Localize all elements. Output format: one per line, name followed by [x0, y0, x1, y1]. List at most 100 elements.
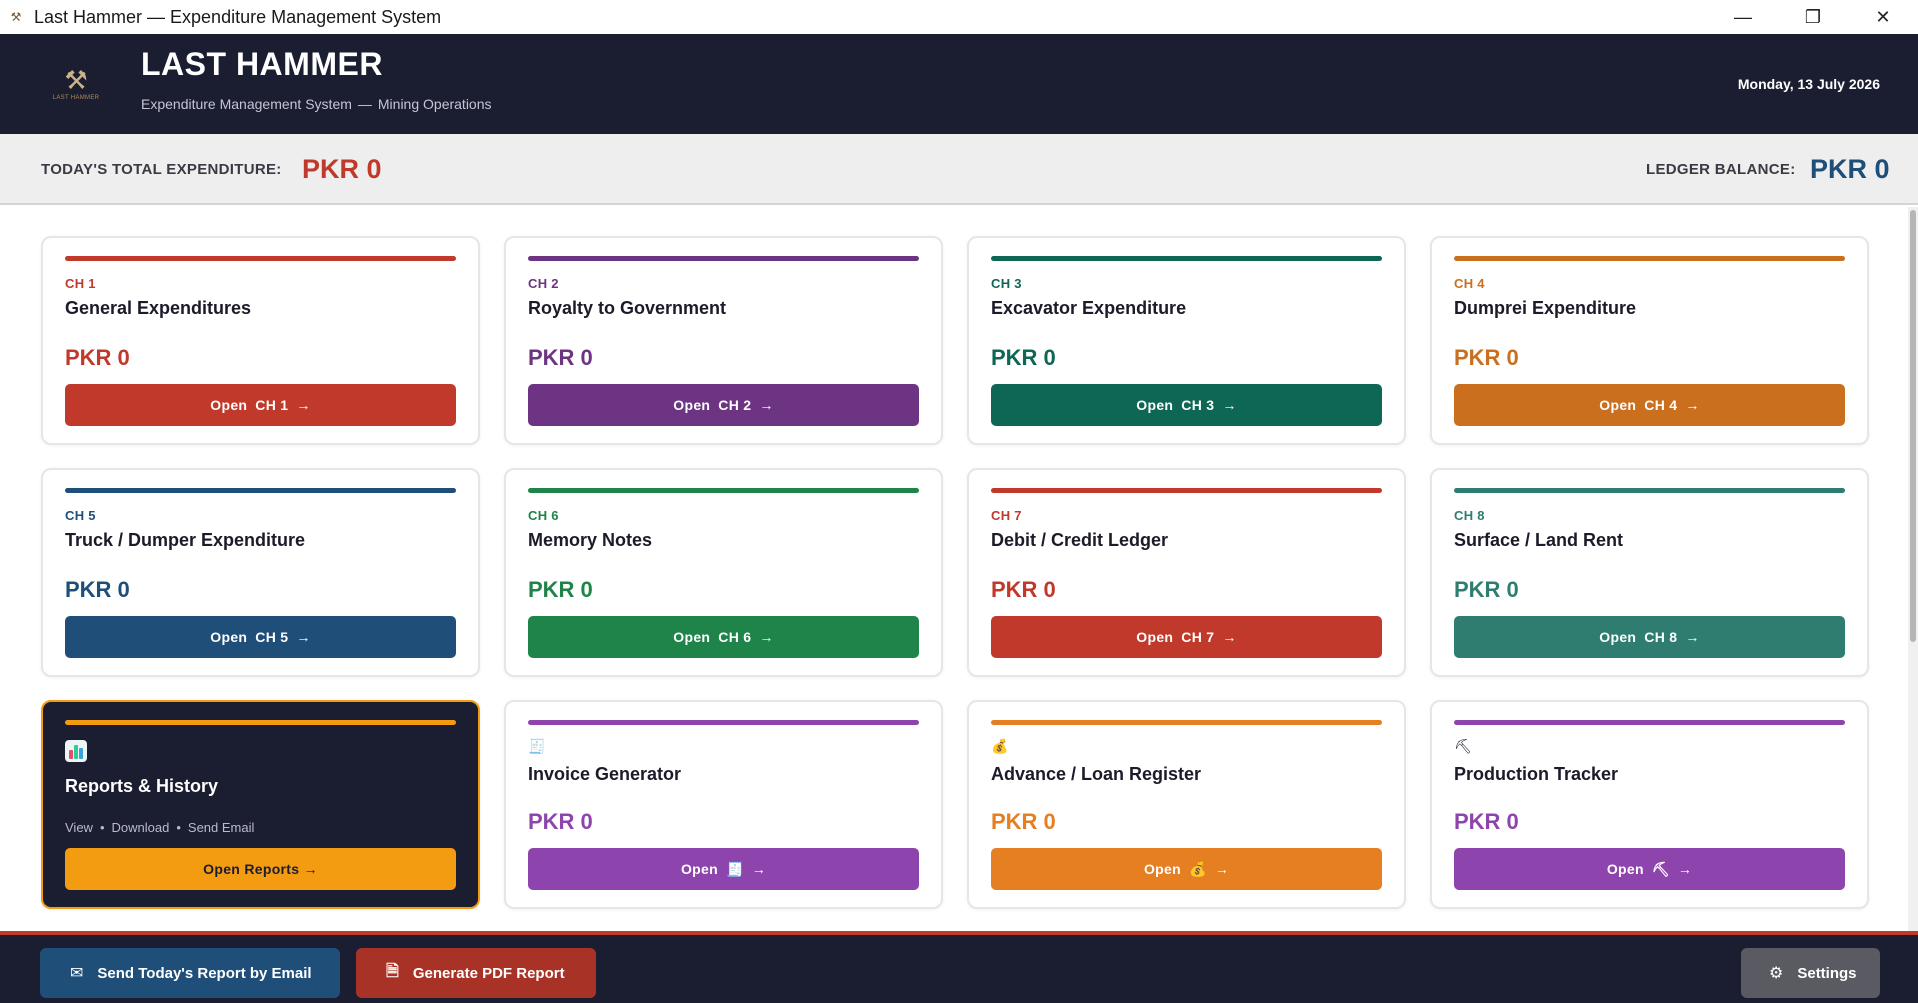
tool-title: Advance / Loan Register [991, 764, 1202, 784]
app-logo: ⚒ LAST HAMMER [48, 56, 104, 112]
chapter-amount: PKR 0 [65, 345, 130, 370]
chapter-amount: PKR 0 [1454, 345, 1519, 370]
open-ch8-button[interactable]: Open CH 8 → [1454, 616, 1845, 658]
chapter-title: Dumprei Expenditure [1454, 298, 1637, 318]
chapter-number: CH 7 [991, 508, 1022, 523]
restore-button[interactable]: ❐ [1778, 0, 1848, 34]
arrow-right-icon: → [1685, 397, 1700, 413]
subtitle-separator: — [357, 96, 372, 112]
arrow-right-icon: → [1685, 629, 1700, 645]
pick-icon: ⛏ [1651, 860, 1670, 877]
document-icon: 🗎 [386, 962, 399, 980]
button-label: Open [1136, 629, 1174, 645]
card-accent-bar [65, 488, 456, 493]
chapter-card-5: CH 5 Truck / Dumper Expenditure PKR 0 Op… [41, 468, 480, 677]
card-accent-bar [528, 720, 919, 725]
open-invoice-button[interactable]: Open 🧾 → [528, 848, 919, 890]
card-accent-bar [528, 488, 919, 493]
chapter-number: CH 8 [1454, 508, 1485, 523]
open-reports-button[interactable]: Open Reports → [65, 848, 456, 890]
open-production-button[interactable]: Open ⛏ → [1454, 848, 1845, 890]
open-ch2-button[interactable]: Open CH 2 → [528, 384, 919, 426]
logo-text: LAST HAMMER [52, 95, 100, 101]
chapter-title: Surface / Land Rent [1454, 530, 1624, 550]
bullet-separator: • [176, 820, 181, 835]
subtitle-operations: Mining Operations [377, 96, 492, 112]
button-label: Open [210, 629, 248, 645]
card-accent-bar [65, 256, 456, 261]
chapter-title: General Expenditures [65, 298, 252, 318]
open-advance-loan-button[interactable]: Open 💰 → [991, 848, 1382, 890]
button-label: Open [210, 397, 248, 413]
arrow-right-icon: → [1222, 629, 1237, 645]
chapter-card-7: CH 7 Debit / Credit Ledger PKR 0 Open CH … [967, 468, 1406, 677]
summary-strip: TODAY'S TOTAL EXPENDITURE: PKR 0 LEDGER … [0, 134, 1918, 205]
card-accent-bar [1454, 488, 1845, 493]
chapter-amount: PKR 0 [65, 577, 130, 602]
button-label: Open [1599, 629, 1637, 645]
chapter-title: Debit / Credit Ledger [991, 530, 1169, 550]
chapter-amount: PKR 0 [991, 577, 1056, 602]
open-ch6-button[interactable]: Open CH 6 → [528, 616, 919, 658]
chapter-card-3: CH 3 Excavator Expenditure PKR 0 Open CH … [967, 236, 1406, 445]
ledger-balance-label: LEDGER BALANCE: [1646, 161, 1796, 178]
chapter-card-2: CH 2 Royalty to Government PKR 0 Open CH … [504, 236, 943, 445]
arrow-right-icon: → [296, 629, 311, 645]
send-email-report-button[interactable]: ✉ Send Today's Report by Email [40, 948, 340, 998]
money-bag-icon: 💰 [1188, 860, 1207, 877]
button-label: Open [1136, 397, 1174, 413]
envelope-icon: ✉ [70, 965, 84, 982]
open-ch3-button[interactable]: Open CH 3 → [991, 384, 1382, 426]
receipt-icon: 🧾 [528, 738, 546, 754]
scrollbar-thumb[interactable] [1910, 210, 1916, 642]
arrow-right-icon: → [296, 397, 311, 413]
chapter-card-4: CH 4 Dumprei Expenditure PKR 0 Open CH 4 → [1430, 236, 1869, 445]
bullet-separator: • [99, 820, 105, 835]
download-link[interactable]: Download [112, 820, 170, 835]
window-titlebar: ⚒ Last Hammer — Expenditure Management S… [0, 0, 1918, 34]
today-expenditure-label: TODAY'S TOTAL EXPENDITURE: [41, 161, 282, 178]
hammer-icon: ⚒ [10, 10, 22, 24]
minimize-button[interactable]: — [1708, 0, 1778, 34]
chapter-title: Royalty to Government [528, 298, 727, 318]
button-label: Open [673, 397, 711, 413]
button-chapter: CH 7 [1181, 629, 1215, 645]
card-accent-bar [991, 720, 1382, 725]
settings-label: Settings [1797, 964, 1857, 982]
hammer-logo-icon: ⚒ [64, 65, 88, 95]
arrow-right-icon: → [751, 861, 767, 877]
button-chapter: CH 6 [718, 629, 752, 645]
chapter-amount: PKR 0 [991, 345, 1056, 370]
button-chapter: CH 2 [718, 397, 752, 413]
generate-pdf-button[interactable]: 🗎 Generate PDF Report [356, 948, 596, 998]
card-accent-bar [1454, 256, 1845, 261]
chapter-number: CH 5 [65, 508, 96, 523]
open-ch7-button[interactable]: Open CH 7 → [991, 616, 1382, 658]
close-button[interactable]: ✕ [1848, 0, 1918, 34]
view-link[interactable]: View [65, 820, 93, 835]
card-accent-bar [528, 256, 919, 261]
today-expenditure-value: PKR 0 [302, 154, 382, 184]
send-email-link[interactable]: Send Email [188, 820, 254, 835]
open-ch5-button[interactable]: Open CH 5 → [65, 616, 456, 658]
receipt-icon: 🧾 [725, 860, 744, 877]
card-accent-bar [65, 720, 456, 725]
tool-amount: PKR 0 [1454, 809, 1519, 834]
open-ch4-button[interactable]: Open CH 4 → [1454, 384, 1845, 426]
button-label: Open [1606, 861, 1644, 877]
pick-icon: ⛏ [1454, 738, 1472, 754]
open-ch1-button[interactable]: Open CH 1 → [65, 384, 456, 426]
button-chapter: CH 4 [1644, 397, 1678, 413]
chapter-number: CH 6 [528, 508, 559, 523]
chapter-number: CH 4 [1454, 276, 1485, 291]
window-title: Last Hammer — Expenditure Management Sys… [34, 6, 442, 27]
reports-card[interactable]: Reports & History View • Download • Send Ema… [41, 700, 480, 909]
bar-chart-icon [65, 740, 87, 765]
footer-bar: ✉ Send Today's Report by Email 🗎 Generat… [0, 931, 1918, 1003]
generate-pdf-label: Generate PDF Report [412, 964, 565, 982]
settings-button[interactable]: ⚙ Settings [1741, 948, 1880, 998]
gear-icon: ⚙ [1769, 965, 1784, 982]
button-label: Open [1599, 397, 1637, 413]
reports-actions: View • Download • Send Email [65, 820, 254, 835]
arrow-right-icon: → [759, 629, 774, 645]
